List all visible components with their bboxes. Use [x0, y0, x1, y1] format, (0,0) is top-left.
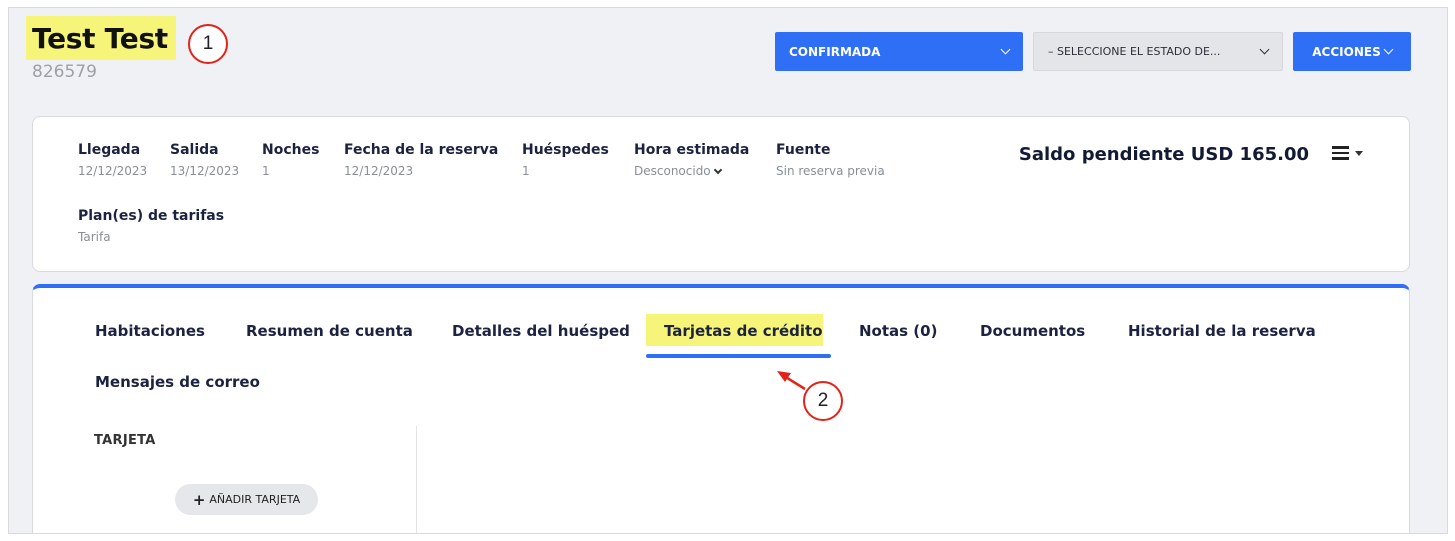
info-departure: Salida 13/12/2023: [170, 142, 240, 178]
add-card-button[interactable]: + AÑADIR TARJETA: [175, 484, 318, 515]
chevron-down-icon: [713, 165, 722, 174]
balance-due: Saldo pendiente USD 165.00: [1018, 144, 1309, 165]
reservation-tabs-card: Habitaciones Resumen de cuenta Detalles …: [32, 284, 1410, 533]
reservation-info-card: Llegada 12/12/2023 Salida 13/12/2023 Noc…: [32, 116, 1410, 272]
chevron-down-icon: [1383, 44, 1394, 55]
section-divider: [416, 426, 417, 533]
balance-menu-button[interactable]: [1332, 146, 1363, 160]
chevron-down-icon: [1000, 44, 1011, 55]
tab-notes[interactable]: Notas (0): [859, 322, 937, 340]
actions-button[interactable]: ACCIONES: [1293, 32, 1411, 71]
select-status-dropdown[interactable]: – SELECCIONE EL ESTADO DE...: [1033, 32, 1283, 71]
callout-2: 2: [803, 381, 843, 421]
plus-icon: +: [192, 490, 206, 509]
guest-name: Test Test: [32, 21, 168, 55]
status-label: CONFIRMADA: [789, 44, 881, 59]
card-section-title: TARJETA: [94, 433, 156, 448]
info-nights: Noches 1: [262, 142, 320, 178]
tab-rooms[interactable]: Habitaciones: [95, 322, 205, 340]
info-estimated-time: Hora estimada Desconocido: [634, 142, 750, 178]
status-dropdown[interactable]: CONFIRMADA: [775, 32, 1023, 71]
reservation-page: Test Test 1 826579 CONFIRMADA – SELECCIO…: [8, 7, 1448, 534]
tab-guest-details[interactable]: Detalles del huésped: [452, 322, 630, 340]
guest-name-highlight: Test Test: [26, 16, 176, 60]
caret-down-icon: [1355, 150, 1363, 156]
tab-credit-cards[interactable]: Tarjetas de crédito: [664, 322, 823, 340]
chevron-down-icon: [1259, 44, 1270, 55]
reservation-number: 826579: [32, 62, 96, 82]
active-tab-underline: [646, 354, 831, 358]
info-arrival: Llegada 12/12/2023: [78, 142, 148, 178]
select-status-label: – SELECCIONE EL ESTADO DE...: [1048, 45, 1221, 58]
tab-documents[interactable]: Documentos: [980, 322, 1085, 340]
tab-reservation-history[interactable]: Historial de la reserva: [1128, 322, 1316, 340]
actions-label: ACCIONES: [1312, 44, 1381, 59]
hamburger-icon: [1332, 146, 1349, 160]
tab-email-messages[interactable]: Mensajes de correo: [95, 373, 260, 391]
tab-account-summary[interactable]: Resumen de cuenta: [246, 322, 413, 340]
callout-1: 1: [188, 24, 228, 64]
info-source: Fuente Sin reserva previa: [776, 142, 885, 178]
info-guests: Huéspedes 1: [522, 142, 609, 178]
info-rate-plans: Plan(es) de tarifas Tarifa: [78, 208, 225, 244]
info-booking-date: Fecha de la reserva 12/12/2023: [344, 142, 499, 178]
estimated-time-dropdown[interactable]: Desconocido: [634, 164, 749, 178]
